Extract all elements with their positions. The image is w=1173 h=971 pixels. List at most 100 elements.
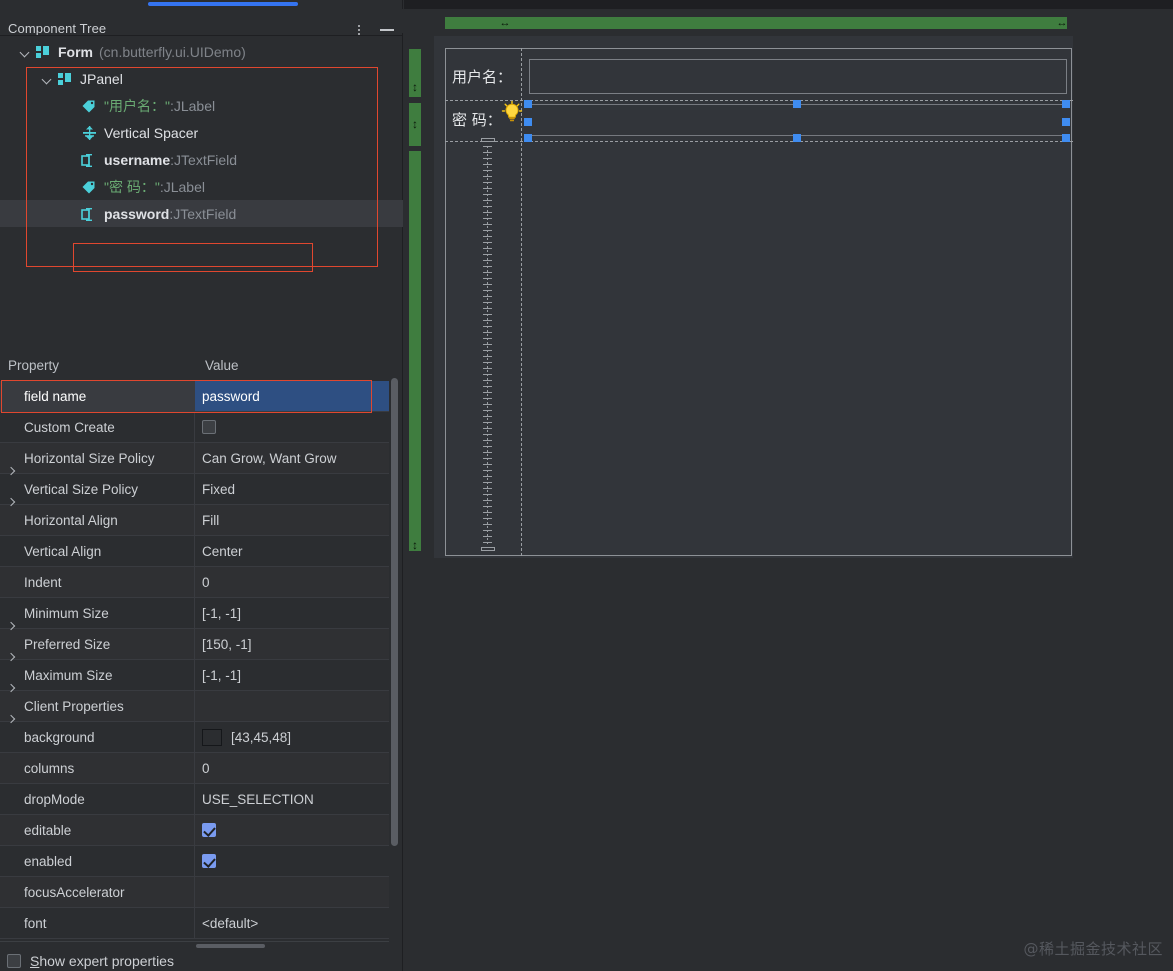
- panel-header: Component Tree: [0, 9, 403, 36]
- show-expert-properties-row[interactable]: Show expert properties: [7, 953, 174, 969]
- resize-vertical-icon[interactable]: ↕: [409, 538, 421, 552]
- resize-handle-bottom-center[interactable]: [793, 134, 801, 142]
- tree-node-username-label[interactable]: "用户名：" : JLabel: [0, 92, 403, 119]
- property-value-cell[interactable]: Center: [195, 536, 389, 566]
- table-row[interactable]: Horizontal Size Policy Can Grow, Want Gr…: [0, 443, 389, 474]
- property-value: Can Grow, Want Grow: [202, 450, 337, 466]
- spacer-coil: [483, 434, 492, 437]
- table-row[interactable]: enabled: [0, 846, 389, 877]
- enabled-checkbox[interactable]: [202, 854, 216, 868]
- resize-handle-bottom-right[interactable]: [1062, 134, 1070, 142]
- tree-node-username-field[interactable]: username : JTextField: [0, 146, 403, 173]
- resize-handle-middle-left[interactable]: [524, 118, 532, 126]
- property-value: <default>: [202, 915, 259, 931]
- table-row[interactable]: Preferred Size [150, -1]: [0, 629, 389, 660]
- property-value-cell[interactable]: 0: [195, 567, 389, 597]
- property-value-cell[interactable]: [195, 846, 389, 876]
- property-value-cell[interactable]: [-1, -1]: [195, 598, 389, 628]
- spacer-coil: [483, 446, 492, 449]
- property-table[interactable]: field name password Custom Create Horizo…: [0, 381, 389, 939]
- username-textfield[interactable]: [529, 59, 1067, 94]
- tree-node-vertical-spacer[interactable]: Vertical Spacer: [0, 119, 403, 146]
- property-value-cell[interactable]: <default>: [195, 908, 389, 938]
- custom-create-checkbox[interactable]: [202, 420, 216, 434]
- textfield-icon: [80, 151, 98, 169]
- property-value: [150, -1]: [202, 636, 252, 652]
- property-value-cell[interactable]: [43,45,48]: [195, 722, 389, 752]
- property-table-scrollbar[interactable]: [390, 378, 399, 846]
- property-value-cell[interactable]: USE_SELECTION: [195, 784, 389, 814]
- property-value-cell[interactable]: [150, -1]: [195, 629, 389, 659]
- spacer-coil: [483, 254, 492, 257]
- table-row[interactable]: dropMode USE_SELECTION: [0, 784, 389, 815]
- property-value: password: [202, 388, 260, 404]
- password-label[interactable]: 密 码：: [452, 109, 502, 130]
- property-value-cell[interactable]: password: [195, 381, 389, 411]
- table-row[interactable]: Maximum Size [-1, -1]: [0, 660, 389, 691]
- table-row[interactable]: Indent 0: [0, 567, 389, 598]
- property-name: field name: [24, 388, 87, 404]
- row-gutter-3[interactable]: [409, 151, 421, 551]
- color-swatch[interactable]: [202, 728, 222, 746]
- property-value-cell[interactable]: [195, 815, 389, 845]
- editable-checkbox[interactable]: [202, 823, 216, 837]
- resize-vertical-icon[interactable]: ↕: [409, 80, 421, 94]
- spacer-coil: [483, 326, 492, 329]
- tree-node-qualifier: (cn.butterfly.ui.UIDemo): [99, 43, 246, 60]
- resize-vertical-icon[interactable]: ↕: [409, 117, 421, 131]
- property-value-cell[interactable]: Fill: [195, 505, 389, 535]
- property-value-cell[interactable]: [195, 412, 389, 442]
- tree-node-password-label[interactable]: "密 码：" : JLabel: [0, 173, 403, 200]
- lightbulb-intention-icon[interactable]: [500, 100, 524, 124]
- table-row[interactable]: editable: [0, 815, 389, 846]
- resize-handle-top-right[interactable]: [1062, 100, 1070, 108]
- table-row[interactable]: background [43,45,48]: [0, 722, 389, 753]
- resize-handle-top-center[interactable]: [793, 100, 801, 108]
- table-row[interactable]: Custom Create: [0, 412, 389, 443]
- show-expert-properties-checkbox[interactable]: [7, 954, 21, 968]
- property-value-cell[interactable]: Can Grow, Want Grow: [195, 443, 389, 473]
- property-name: Preferred Size: [24, 636, 111, 652]
- table-row[interactable]: field name password: [0, 381, 389, 412]
- property-name-cell: Vertical Align: [0, 536, 195, 566]
- resize-handle-top-left[interactable]: [524, 100, 532, 108]
- property-value-cell[interactable]: [195, 877, 389, 907]
- property-value-cell[interactable]: 0: [195, 753, 389, 783]
- tree-node-jpanel[interactable]: JPanel: [0, 65, 403, 92]
- property-table-hscrollbar[interactable]: [196, 944, 265, 948]
- username-label[interactable]: 用户名：: [452, 66, 512, 87]
- resize-horizontal-icon[interactable]: ↔: [498, 18, 512, 29]
- spacer-coil: [483, 236, 492, 239]
- designer-top-strip: [404, 0, 1173, 9]
- table-row[interactable]: Vertical Align Center: [0, 536, 389, 567]
- table-row[interactable]: Horizontal Align Fill: [0, 505, 389, 536]
- table-row[interactable]: Minimum Size [-1, -1]: [0, 598, 389, 629]
- property-value: [-1, -1]: [202, 605, 242, 621]
- tree-node-password-field[interactable]: password : JTextField: [0, 200, 403, 227]
- table-row[interactable]: font <default>: [0, 908, 389, 939]
- tree-node-form[interactable]: Form (cn.butterfly.ui.UIDemo): [0, 38, 403, 65]
- resize-horizontal-icon[interactable]: ↔: [1055, 18, 1069, 29]
- chevron-down-icon[interactable]: [18, 45, 32, 59]
- spacer-coil: [483, 458, 492, 461]
- spacer-coil: [483, 290, 492, 293]
- spacer-coil: [483, 476, 492, 479]
- password-textfield-selected[interactable]: [527, 104, 1067, 136]
- spacer-coil: [483, 242, 492, 245]
- property-value-cell[interactable]: [-1, -1]: [195, 660, 389, 690]
- table-row[interactable]: columns 0: [0, 753, 389, 784]
- table-row[interactable]: Client Properties: [0, 691, 389, 722]
- table-row[interactable]: focusAccelerator: [0, 877, 389, 908]
- resize-handle-middle-right[interactable]: [1062, 118, 1070, 126]
- resize-handle-bottom-left[interactable]: [524, 134, 532, 142]
- chevron-down-icon[interactable]: [40, 72, 54, 86]
- vertical-spacer-glyph[interactable]: [482, 140, 494, 551]
- tree-node-type: JTextField: [173, 205, 237, 222]
- spacer-coil: [483, 296, 492, 299]
- column-gutter-2[interactable]: [519, 17, 1067, 29]
- property-value-cell[interactable]: [195, 691, 389, 721]
- component-tree[interactable]: Form (cn.butterfly.ui.UIDemo) JPanel "用户…: [0, 38, 403, 328]
- table-row[interactable]: Vertical Size Policy Fixed: [0, 474, 389, 505]
- property-name-cell: enabled: [0, 846, 195, 876]
- property-value-cell[interactable]: Fixed: [195, 474, 389, 504]
